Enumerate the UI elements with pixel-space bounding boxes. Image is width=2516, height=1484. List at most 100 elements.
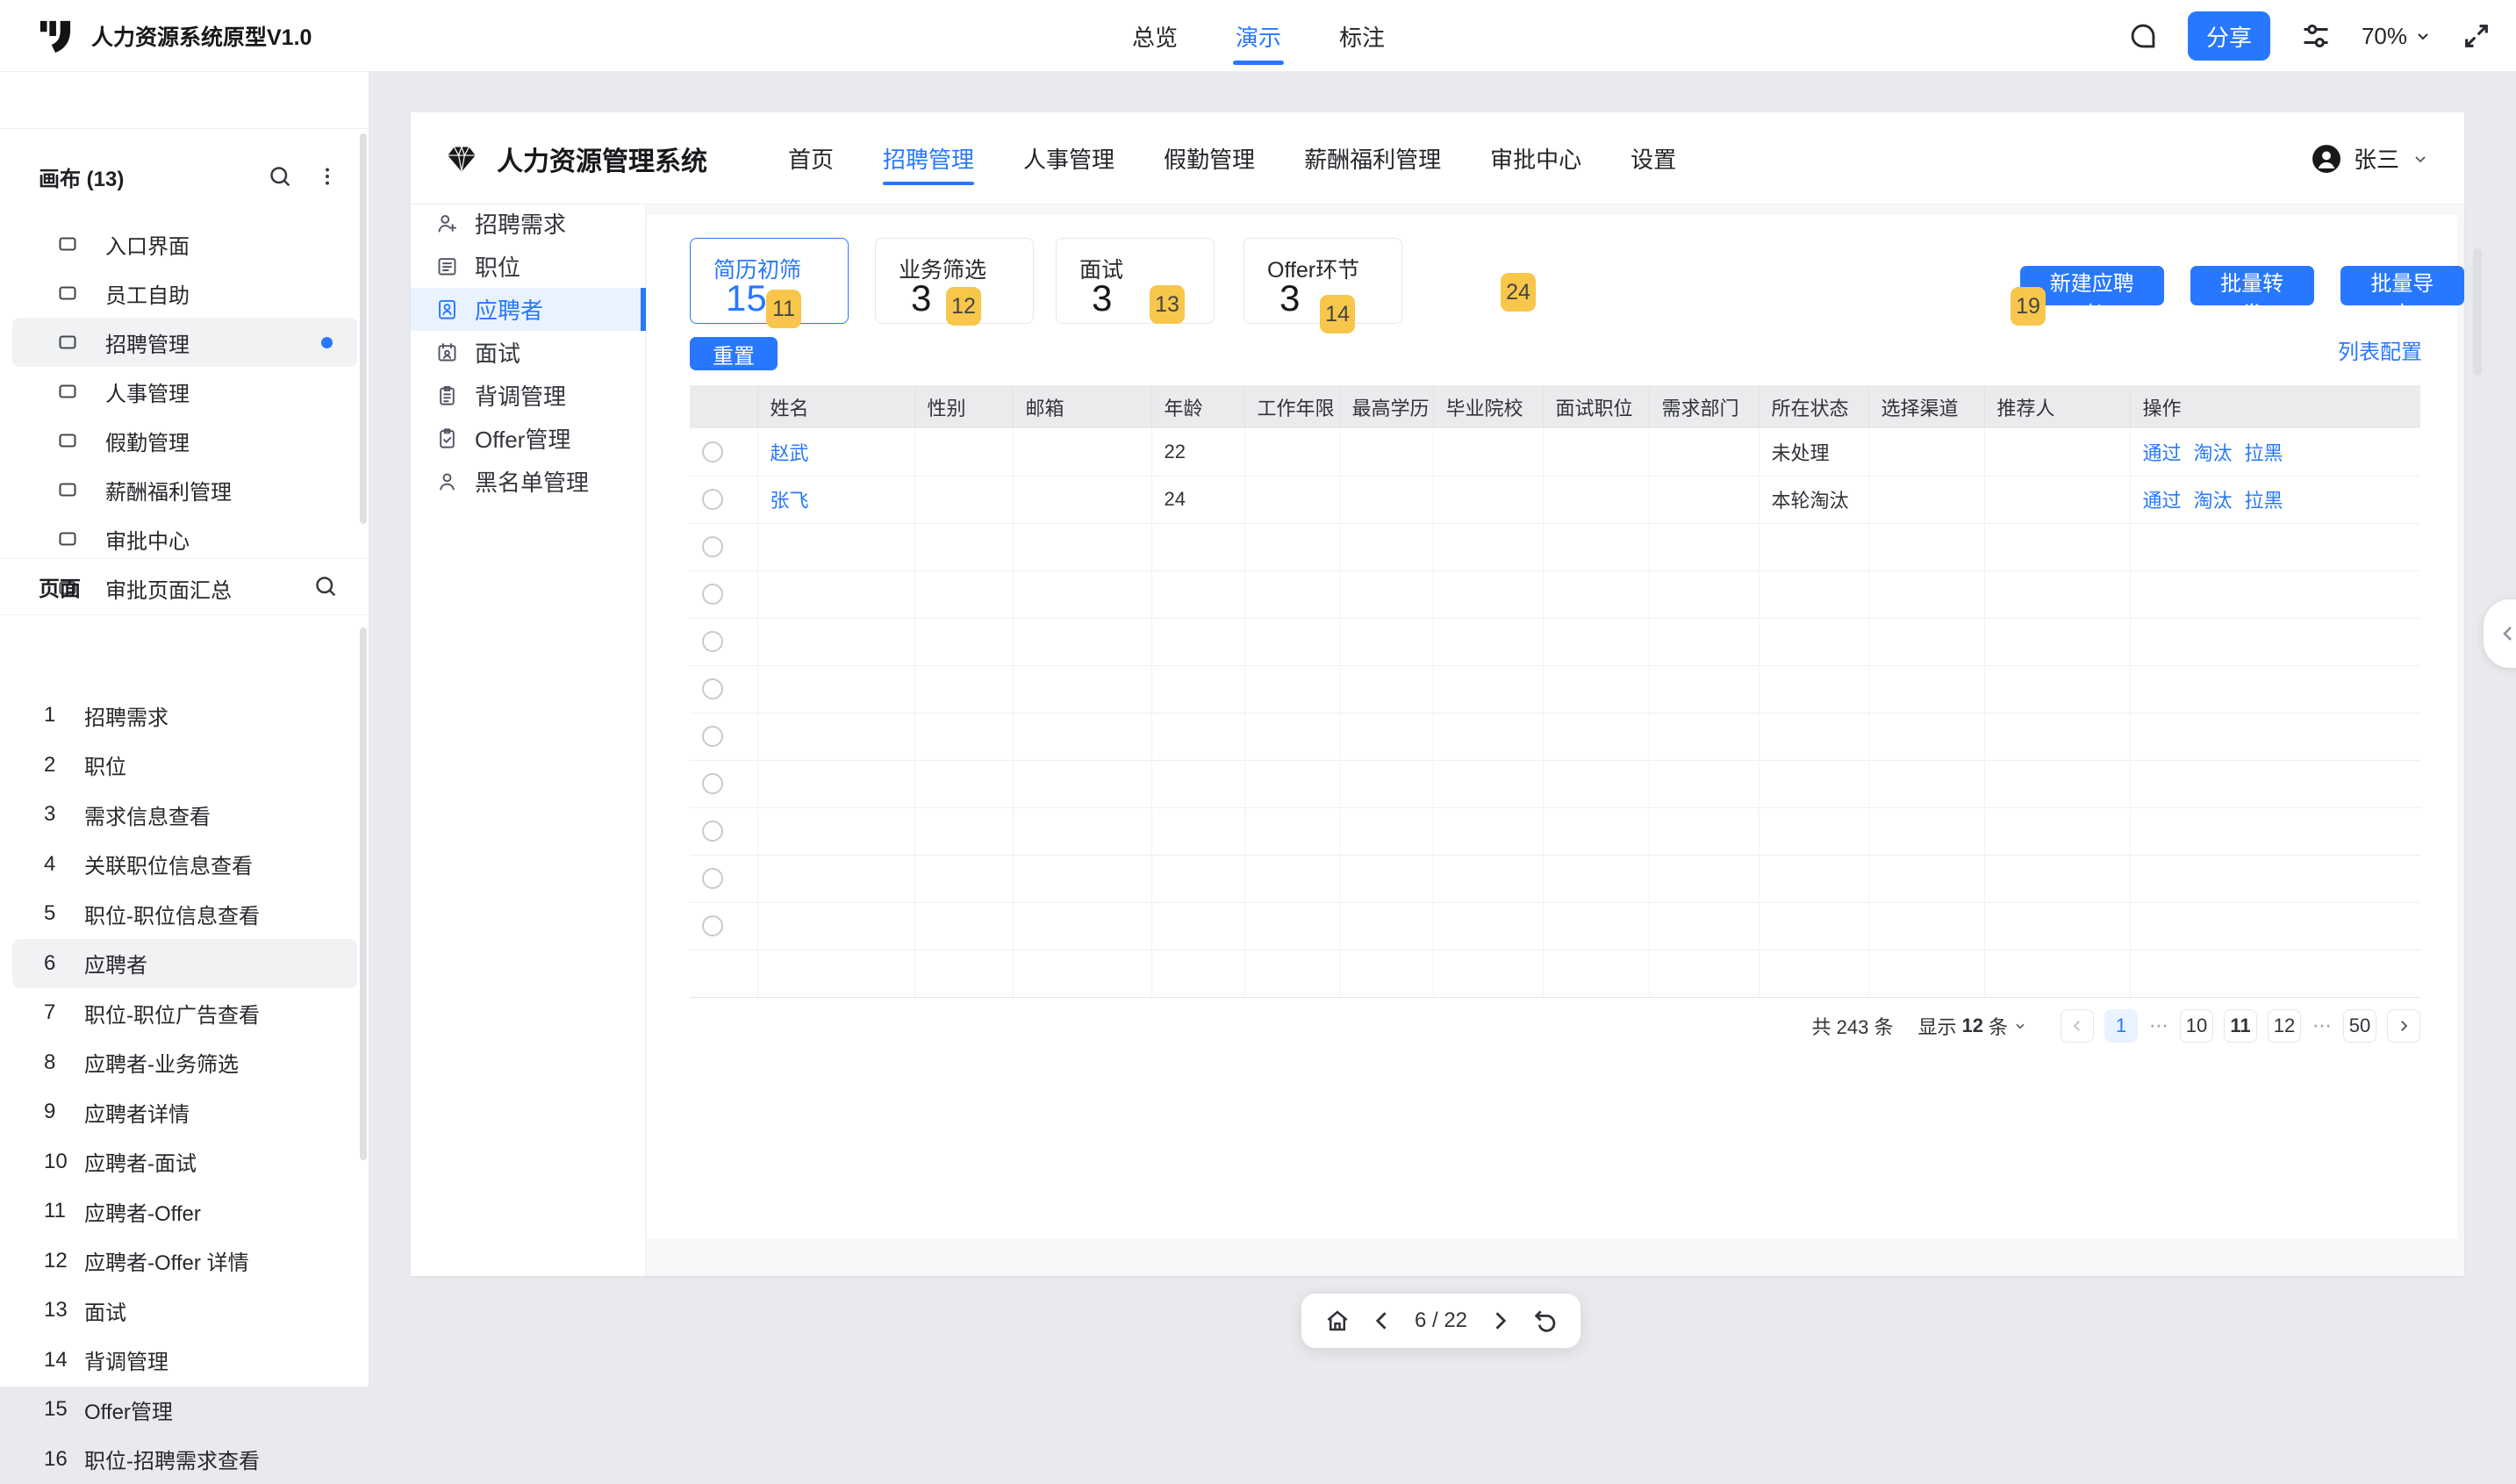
panel-collapse-handle[interactable] [2484, 599, 2516, 668]
more-kebab-icon[interactable] [316, 165, 339, 188]
view-tab[interactable]: 总览 [1132, 0, 1178, 72]
canvas-item[interactable]: 假勤管理 [12, 416, 357, 465]
row-radio[interactable] [702, 773, 723, 794]
candidate-name-link[interactable]: 张飞 [771, 490, 809, 512]
app-nav-item[interactable]: 人事管理 [1023, 112, 1115, 204]
action-button[interactable]: 批量导出 [2340, 266, 2464, 305]
row-action-link[interactable]: 淘汰 [2194, 442, 2233, 464]
page-button[interactable]: 10 [2180, 1009, 2213, 1043]
row-radio[interactable] [702, 726, 723, 747]
reset-button[interactable]: 重置 [690, 337, 778, 370]
page-item[interactable]: 16职位-招聘需求查看 [12, 1435, 357, 1484]
canvas-item[interactable]: 人事管理 [12, 367, 357, 416]
app-sidebar-item[interactable]: 应聘者 [411, 288, 646, 331]
list-config-link[interactable]: 列表配置 [2338, 334, 2422, 365]
row-action-link[interactable]: 拉黑 [2245, 490, 2283, 512]
app-sidebar-item[interactable]: 面试 [411, 331, 646, 374]
canvas-item[interactable]: 审批中心 [12, 514, 357, 563]
home-icon[interactable] [1324, 1308, 1351, 1334]
status-cell: 本轮淘汰 [1759, 476, 1868, 523]
canvas-item[interactable]: 薪酬福利管理 [12, 465, 357, 514]
prev-page-button[interactable] [2061, 1009, 2094, 1043]
page-item[interactable]: 15Offer管理 [12, 1385, 357, 1435]
canvas-scrollbar[interactable] [360, 133, 367, 524]
app-sidebar-item[interactable]: 背调管理 [411, 374, 646, 417]
page-button[interactable]: 1 [2104, 1009, 2138, 1043]
stage-scrollbar[interactable] [2473, 248, 2482, 376]
app-nav-item[interactable]: 薪酬福利管理 [1304, 112, 1441, 204]
row-radio[interactable] [702, 678, 723, 699]
row-radio[interactable] [702, 489, 723, 510]
app-nav-item[interactable]: 设置 [1631, 112, 1676, 204]
user-menu[interactable]: 张三 [2312, 112, 2429, 204]
annotation-marker: 19 [2011, 287, 2046, 326]
page-item-label: 背调管理 [84, 1344, 168, 1375]
action-button[interactable]: 批量转发 [2190, 266, 2314, 305]
page-item[interactable]: 10应聘者-面试 [12, 1137, 357, 1187]
table-row-empty [690, 618, 2420, 665]
page-item[interactable]: 3需求信息查看 [12, 790, 357, 840]
row-radio[interactable] [702, 631, 723, 652]
stat-card[interactable]: 业务筛选312 [875, 238, 1034, 324]
row-radio[interactable] [702, 584, 723, 605]
page-number: 13 [44, 1298, 84, 1323]
canvas-item[interactable]: 招聘管理 [12, 318, 357, 367]
zoom-control[interactable]: 70% [2362, 23, 2432, 50]
search-icon[interactable] [267, 163, 293, 190]
app-sidebar-item[interactable]: 招聘需求 [411, 202, 646, 245]
app-sidebar-item[interactable]: Offer管理 [411, 417, 646, 460]
page-item[interactable]: 9应聘者详情 [12, 1087, 357, 1137]
page-size-select[interactable]: 显示 12 条 [1917, 1012, 2027, 1040]
page-item[interactable]: 2职位 [12, 741, 357, 791]
canvas-item[interactable]: 入口界面 [12, 219, 357, 269]
settings-sliders-icon[interactable] [2300, 20, 2332, 52]
comment-icon[interactable] [2128, 21, 2158, 51]
app-sidebar-item[interactable]: 黑名单管理 [411, 460, 646, 503]
page-item[interactable]: 1招聘需求 [12, 691, 357, 741]
row-action-link[interactable]: 拉黑 [2245, 442, 2283, 464]
share-button[interactable]: 分享 [2188, 11, 2270, 61]
row-action-link[interactable]: 通过 [2143, 490, 2182, 512]
canvas-item[interactable]: 员工自助 [12, 269, 357, 318]
stat-card[interactable]: 面试313 [1056, 238, 1215, 324]
page-item[interactable]: 7职位-职位广告查看 [12, 988, 357, 1038]
row-radio[interactable] [702, 536, 723, 557]
page-item[interactable]: 13面试 [12, 1286, 357, 1336]
row-radio[interactable] [702, 868, 723, 889]
next-screen-icon[interactable] [1487, 1308, 1512, 1333]
page-item[interactable]: 12应聘者-Offer 详情 [12, 1237, 357, 1287]
canvas-list: 入口界面员工自助招聘管理人事管理假勤管理薪酬福利管理审批中心审批页面汇总 [0, 219, 369, 613]
action-button[interactable]: 新建应聘者19 [2020, 266, 2164, 305]
row-radio[interactable] [702, 821, 723, 842]
candidate-name-link[interactable]: 赵武 [771, 442, 809, 464]
page-item[interactable]: 14背调管理 [12, 1336, 357, 1386]
page-item[interactable]: 6应聘者 [12, 939, 357, 989]
row-radio[interactable] [702, 915, 723, 936]
page-item[interactable]: 8应聘者-业务筛选 [12, 1038, 357, 1088]
next-page-button[interactable] [2387, 1009, 2420, 1043]
fullscreen-icon[interactable] [2462, 21, 2491, 51]
pages-scrollbar[interactable] [360, 627, 367, 1160]
page-item[interactable]: 5职位-职位信息查看 [12, 889, 357, 939]
view-tab[interactable]: 标注 [1339, 0, 1385, 72]
row-radio[interactable] [702, 441, 723, 462]
page-button[interactable]: 50 [2343, 1009, 2376, 1043]
stat-card[interactable]: Offer环节314 [1244, 238, 1402, 324]
app-sidebar-item[interactable]: 职位 [411, 245, 646, 288]
stat-card[interactable]: 简历初筛1511 [690, 238, 849, 324]
page-item[interactable]: 4关联职位信息查看 [12, 840, 357, 890]
app-nav-item[interactable]: 假勤管理 [1164, 112, 1255, 204]
prev-screen-icon[interactable] [1370, 1308, 1394, 1333]
search-icon[interactable] [312, 573, 339, 599]
frame-icon [56, 528, 79, 549]
restart-icon[interactable] [1531, 1308, 1558, 1334]
page-button[interactable]: 12 [2268, 1009, 2301, 1043]
page-item[interactable]: 11应聘者-Offer [12, 1186, 357, 1237]
app-nav-item[interactable]: 审批中心 [1490, 112, 1581, 204]
page-button[interactable]: 11 [2224, 1009, 2257, 1043]
app-nav-item[interactable]: 招聘管理 [883, 112, 974, 204]
view-tab[interactable]: 演示 [1236, 0, 1281, 72]
row-action-link[interactable]: 淘汰 [2194, 490, 2233, 512]
row-action-link[interactable]: 通过 [2143, 442, 2182, 464]
app-nav-item[interactable]: 首页 [788, 112, 834, 204]
